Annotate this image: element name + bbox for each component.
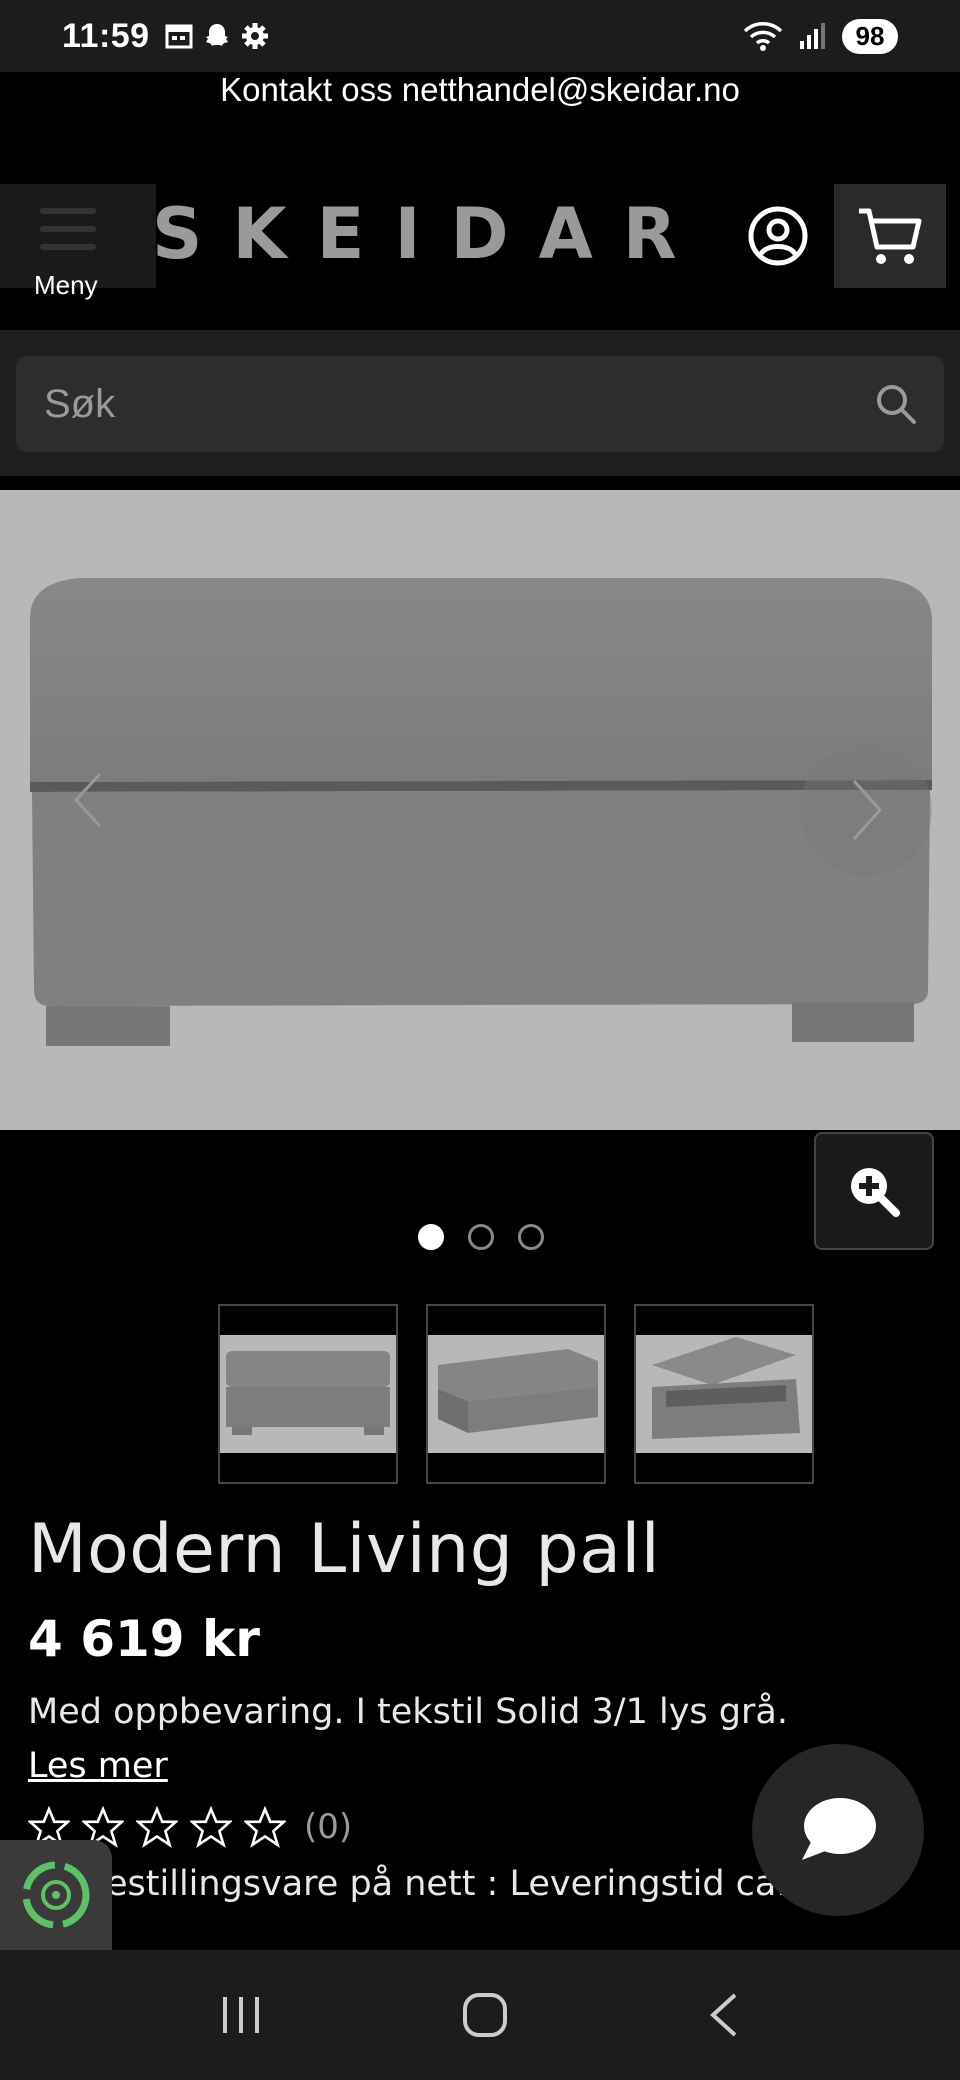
menu-label: Meny — [34, 270, 98, 300]
previous-image-arrow-icon[interactable] — [68, 770, 108, 830]
carousel-dot-2[interactable] — [468, 1224, 494, 1250]
recycle-icon — [22, 1861, 90, 1929]
site-logo[interactable]: SKEIDAR — [152, 184, 692, 284]
hamburger-icon — [40, 208, 96, 262]
carousel-dots — [418, 1224, 544, 1250]
recent-apps-icon[interactable] — [219, 1993, 263, 2037]
rating-count: (0) — [304, 1807, 353, 1847]
zoom-in-icon — [851, 1168, 900, 1217]
site-header: Meny SKEIDAR — [0, 112, 960, 330]
battery-indicator: 98 — [842, 18, 898, 54]
carousel-dot-3[interactable] — [518, 1224, 544, 1250]
next-image-button[interactable] — [800, 744, 932, 876]
gear-icon — [241, 23, 268, 49]
wifi-icon — [743, 22, 783, 51]
star-icon — [244, 1806, 286, 1848]
product-title: Modern Living pall — [28, 1510, 661, 1589]
status-right: 98 — [742, 18, 898, 54]
account-button[interactable] — [746, 204, 810, 268]
thumbnail-2[interactable] — [426, 1304, 606, 1484]
thumbnail-ottoman-front-image — [226, 1351, 390, 1435]
cart-icon — [859, 208, 922, 264]
status-time: 11:59 — [62, 16, 150, 55]
menu-button[interactable]: Meny — [0, 184, 156, 300]
thumbnail-ottoman-angle-image — [438, 1349, 598, 1433]
system-nav-bar — [0, 1950, 960, 2080]
zoom-button[interactable] — [814, 1132, 934, 1250]
thumbnail-3[interactable] — [634, 1304, 814, 1484]
product-price: 4 619 kr — [28, 1610, 260, 1668]
status-notification-icons — [164, 21, 270, 51]
eco-badge[interactable] — [0, 1840, 112, 1950]
carousel-dot-1[interactable] — [418, 1224, 444, 1250]
back-icon[interactable] — [707, 1991, 741, 2039]
thumbnail-strip — [218, 1304, 814, 1484]
home-icon[interactable] — [461, 1991, 509, 2039]
search-box[interactable] — [16, 356, 944, 452]
status-bar: 11:59 98 — [0, 0, 960, 72]
star-icon — [190, 1806, 232, 1848]
user-icon — [748, 206, 808, 266]
chat-bubble-icon — [802, 1798, 876, 1860]
read-more-link[interactable]: Les mer — [28, 1746, 168, 1786]
search-input[interactable] — [44, 356, 844, 452]
signal-icon — [800, 23, 825, 49]
chevron-right-icon — [852, 779, 883, 841]
delivery-info: estillingsvare på nett : Leveringstid ca… — [28, 1864, 821, 1904]
product-description: Med oppbevaring. I tekstil Solid 3/1 lys… — [28, 1692, 788, 1732]
status-left: 11:59 — [62, 17, 270, 56]
search-icon[interactable] — [872, 380, 920, 428]
contact-bar[interactable]: Kontakt oss netthandel@skeidar.no — [0, 72, 960, 112]
search-bar — [0, 330, 960, 476]
chat-button[interactable] — [752, 1744, 924, 1916]
thumbnail-1[interactable] — [218, 1304, 398, 1484]
calendar-icon — [165, 24, 193, 49]
snapchat-icon — [205, 24, 228, 46]
cart-button[interactable] — [834, 184, 946, 288]
star-icon — [136, 1806, 178, 1848]
thumbnail-ottoman-open-image — [652, 1337, 800, 1439]
delivery-text: estillingsvare på nett : Leveringstid ca… — [106, 1864, 821, 1904]
